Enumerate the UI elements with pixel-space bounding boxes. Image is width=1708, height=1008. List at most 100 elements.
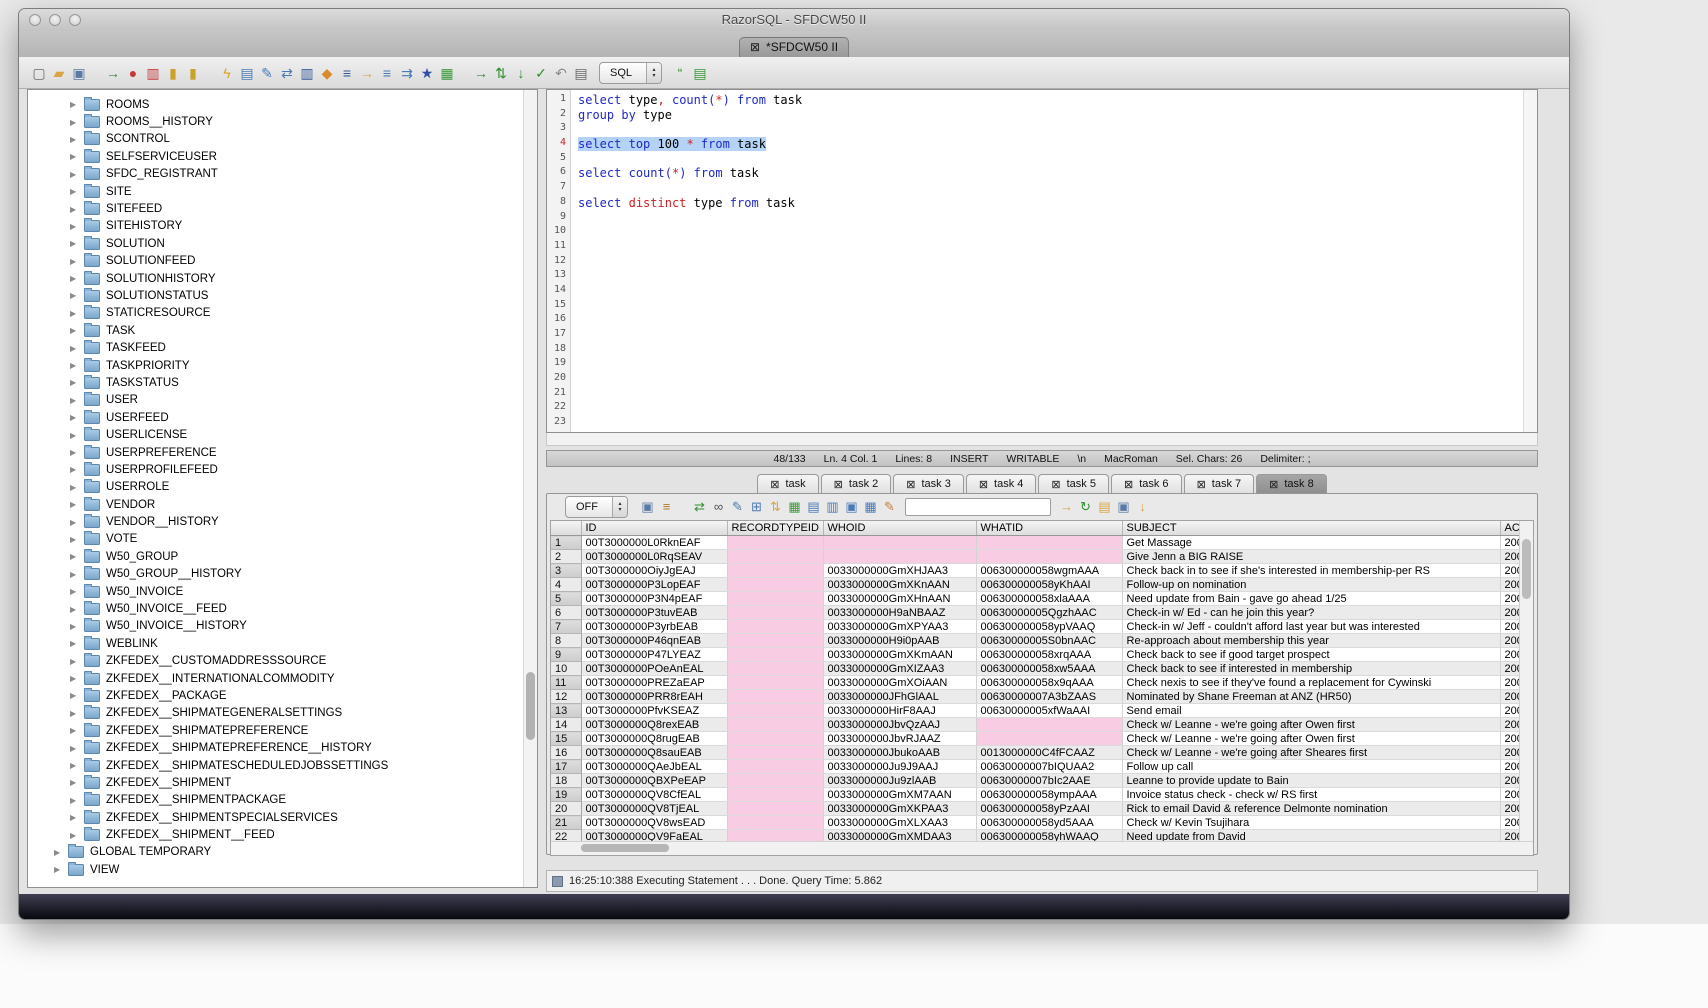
cell-id[interactable]: 00T3000000QBXPeEAP [581, 774, 727, 788]
result-tab[interactable]: ⊠task 5 [1038, 474, 1109, 493]
cell-whatid[interactable]: 00630000007bIQUAA2 [976, 760, 1122, 774]
row-number[interactable]: 10 [551, 662, 581, 676]
disclosure-triangle-icon[interactable]: ▶ [70, 361, 82, 370]
cell-whoid[interactable]: 0033000000H9aNBAAZ [823, 606, 976, 620]
tree-item[interactable]: ▶ZKFEDEX__SHIPMENTSPECIALSERVICES [28, 809, 524, 826]
cell-subject[interactable]: Nominated by Shane Freeman at ANZ (HR50) [1122, 690, 1500, 704]
cell-whatid[interactable]: 006300000058yPzAAI [976, 802, 1122, 816]
cell-subject[interactable]: Check back to see if interested in membe… [1122, 662, 1500, 676]
column-header[interactable]: WHATID [976, 521, 1122, 536]
tree-item[interactable]: ▶USERPROFILEFEED [28, 461, 524, 478]
cell-subject[interactable]: Check w/ Leanne - we're going after Owen… [1122, 732, 1500, 746]
tree-item[interactable]: ▶VENDOR__HISTORY [28, 513, 524, 530]
result-tab[interactable]: ⊠task 3 [893, 474, 964, 493]
disclosure-triangle-icon[interactable]: ▶ [70, 657, 82, 666]
cell-whatid[interactable]: 006300000058xlaAAA [976, 592, 1122, 606]
go-arrow-icon[interactable]: → [471, 63, 491, 83]
cell-whatid[interactable]: 006300000058xrqAAA [976, 648, 1122, 662]
cell-recordtypeid[interactable] [727, 662, 823, 676]
cell-id[interactable]: 00T3000000QV8CfEAL [581, 788, 727, 802]
disclosure-triangle-icon[interactable]: ▶ [70, 570, 82, 579]
cell-whatid[interactable]: 00630000005xfWaAAI [976, 704, 1122, 718]
tab-close-icon[interactable]: ⊠ [979, 478, 988, 491]
cell-id[interactable]: 00T3000000P46qnEAB [581, 634, 727, 648]
book-icon[interactable]: ▥ [297, 63, 317, 83]
tree-item[interactable]: ▶TASKPRIORITY [28, 357, 524, 374]
results-search-input[interactable] [905, 498, 1051, 516]
edit-sql-icon[interactable]: ✎ [257, 63, 277, 83]
new-database-icon[interactable]: ▮ [163, 63, 183, 83]
cell-whatid[interactable]: 006300000058x9qAAA [976, 676, 1122, 690]
document-tab[interactable]: ⊠ *SFDCW50 II [739, 37, 849, 57]
favorites-star-icon[interactable]: ★ [417, 63, 437, 83]
result-tab[interactable]: ⊠task 8 [1256, 474, 1327, 493]
row-number[interactable]: 21 [551, 816, 581, 830]
disclosure-triangle-icon[interactable]: ▶ [70, 100, 82, 109]
cell-whatid[interactable]: 00630000005S0bnAAC [976, 634, 1122, 648]
cell-whoid[interactable]: 0033000000GmXKnAAN [823, 578, 976, 592]
tree-item[interactable]: ▶VIEW [28, 861, 524, 878]
cell-recordtypeid[interactable] [727, 732, 823, 746]
tree-item[interactable]: ▶USERLICENSE [28, 426, 524, 443]
table-star-icon[interactable]: ▦ [437, 63, 457, 83]
cell-subject[interactable]: Check w/ Kevin Tsujihara [1122, 816, 1500, 830]
open-folder-icon[interactable]: ▰ [49, 63, 69, 83]
disclosure-triangle-icon[interactable]: ▶ [70, 778, 82, 787]
cell-whoid[interactable]: 0033000000GmXLXAA3 [823, 816, 976, 830]
disclosure-triangle-icon[interactable]: ▶ [70, 796, 82, 805]
cell-recordtypeid[interactable] [727, 704, 823, 718]
statement-type-select[interactable]: SQL ▴▾ [599, 62, 662, 84]
disclosure-triangle-icon[interactable]: ▶ [70, 483, 82, 492]
tree-item[interactable]: ▶TASKFEED [28, 339, 524, 356]
cell-subject[interactable]: Need update from Bain - gave go ahead 1/… [1122, 592, 1500, 606]
go-next-icon[interactable]: → [1057, 497, 1076, 517]
tree-item[interactable]: ▶ZKFEDEX__SHIPMATEPREFERENCE__HISTORY [28, 739, 524, 756]
cell-whoid[interactable]: 0033000000H9i0pAAB [823, 634, 976, 648]
cell-recordtypeid[interactable] [727, 550, 823, 564]
disconnect-database-icon[interactable]: ● [123, 63, 143, 83]
cell-subject[interactable]: Check w/ Leanne - we're going after Owen… [1122, 718, 1500, 732]
disclosure-triangle-icon[interactable]: ▶ [70, 761, 82, 770]
column-header[interactable]: RECORDTYPEID [727, 521, 823, 536]
cell-id[interactable]: 00T3000000PfvKSEAZ [581, 704, 727, 718]
cell-whoid[interactable]: 0033000000JbukoAAB [823, 746, 976, 760]
fetch-down-icon[interactable]: ↓ [511, 63, 531, 83]
cell-recordtypeid[interactable] [727, 592, 823, 606]
tab-close-icon[interactable]: ⊠ [770, 478, 779, 491]
row-number[interactable]: 5 [551, 592, 581, 606]
cell-whoid[interactable]: 0033000000GmXKPAA3 [823, 802, 976, 816]
disclosure-triangle-icon[interactable]: ▶ [70, 639, 82, 648]
cell-whatid[interactable] [976, 536, 1122, 550]
tree-item[interactable]: ▶SOLUTION [28, 235, 524, 252]
cell-whatid[interactable]: 006300000058wgmAAA [976, 564, 1122, 578]
row-number[interactable]: 9 [551, 648, 581, 662]
disclosure-triangle-icon[interactable]: ▶ [70, 831, 82, 840]
tree-item[interactable]: ▶SFDC_REGISTRANT [28, 166, 524, 183]
tree-item[interactable]: ▶W50_GROUP__HISTORY [28, 566, 524, 583]
tree-item[interactable]: ▶USERPREFERENCE [28, 444, 524, 461]
cell-subject[interactable]: Give Jenn a BIG RAISE [1122, 550, 1500, 564]
cell-id[interactable]: 00T3000000QV8wsEAD [581, 816, 727, 830]
cell-whatid[interactable]: 0013000000C4fFCAAZ [976, 746, 1122, 760]
disclosure-triangle-icon[interactable]: ▶ [70, 587, 82, 596]
disclosure-triangle-icon[interactable]: ▶ [70, 152, 82, 161]
cell-whoid[interactable]: 0033000000GmXKmAAN [823, 648, 976, 662]
cell-id[interactable]: 00T3000000L0RqSEAV [581, 550, 727, 564]
disclosure-triangle-icon[interactable]: ▶ [70, 518, 82, 527]
cell-recordtypeid[interactable] [727, 718, 823, 732]
cell-subject[interactable]: Check back to see if good target prospec… [1122, 648, 1500, 662]
cell-recordtypeid[interactable] [727, 634, 823, 648]
row-number[interactable]: 16 [551, 746, 581, 760]
tree-item[interactable]: ▶VENDOR [28, 496, 524, 513]
tree-item[interactable]: ▶TASKSTATUS [28, 374, 524, 391]
tab-close-icon[interactable]: ⊠ [906, 478, 915, 491]
tree-item[interactable]: ▶ZKFEDEX__SHIPMATEGENERALSETTINGS [28, 705, 524, 722]
row-number[interactable]: 14 [551, 718, 581, 732]
disclosure-triangle-icon[interactable]: ▶ [54, 865, 66, 874]
disclosure-triangle-icon[interactable]: ▶ [70, 465, 82, 474]
refresh-results-icon[interactable]: ⇄ [690, 497, 709, 517]
cell-whoid[interactable]: 0033000000Ju9zlAAB [823, 774, 976, 788]
save-grid-icon[interactable]: ▣ [1114, 497, 1133, 517]
result-tab[interactable]: ⊠task 7 [1184, 474, 1255, 493]
format-sql-icon[interactable]: ⇉ [397, 63, 417, 83]
